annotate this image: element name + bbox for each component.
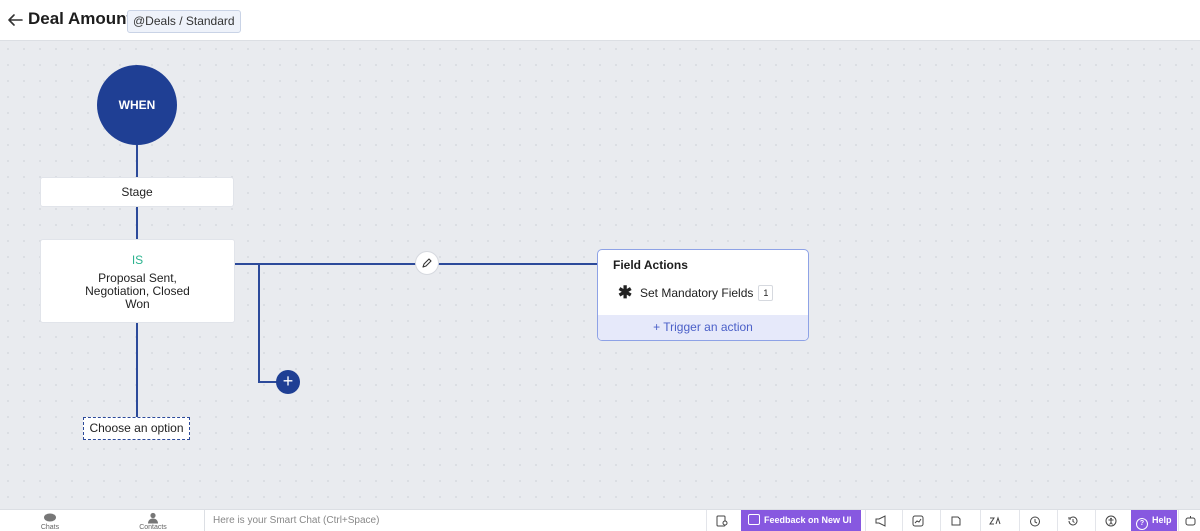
- feedback-icon: [748, 514, 760, 525]
- person-icon: [148, 512, 158, 524]
- feedback-button[interactable]: Feedback on New UI: [741, 510, 861, 531]
- condition-node[interactable]: IS Proposal Sent, Negotiation, Closed Wo…: [40, 239, 235, 323]
- chats-button[interactable]: Chats: [35, 510, 65, 531]
- connector-when-stage: [136, 145, 138, 177]
- chart-icon: [912, 515, 924, 526]
- contacts-label: Contacts: [139, 524, 167, 531]
- set-mandatory-fields-item[interactable]: ✱ Set Mandatory Fields 1: [618, 283, 774, 302]
- condition-values: Proposal Sent, Negotiation, Closed Won: [85, 271, 190, 311]
- choose-option-button[interactable]: Choose an option: [83, 417, 190, 440]
- field-node-stage[interactable]: Stage: [40, 177, 234, 207]
- tray-button-reports[interactable]: [902, 510, 933, 531]
- asterisk-icon: ✱: [618, 283, 633, 302]
- zia-icon: [989, 515, 1001, 524]
- accessibility-icon: [1105, 515, 1117, 526]
- help-label: Help: [1152, 515, 1172, 525]
- edit-action-button[interactable]: [415, 251, 439, 275]
- connector-branch-horizontal: [258, 381, 278, 383]
- tray-button-bot[interactable]: [1178, 510, 1200, 531]
- tray-button-announcements[interactable]: [865, 510, 896, 531]
- connector-stage-condition: [136, 207, 138, 239]
- alarm-clock-icon: [1030, 516, 1040, 526]
- tray-button-reminders[interactable]: [1019, 510, 1050, 531]
- tray-button-history[interactable]: [1057, 510, 1088, 531]
- contacts-button[interactable]: Contacts: [136, 510, 170, 531]
- mandatory-fields-count: 1: [758, 285, 774, 301]
- chat-bubble-icon: [44, 513, 56, 522]
- bottom-bar: Chats Contacts Here is your Smart Chat (…: [0, 509, 1200, 531]
- condition-operator: IS: [131, 253, 144, 267]
- tray-button-notes[interactable]: [940, 510, 971, 531]
- add-condition-button[interactable]: +: [276, 370, 300, 394]
- feedback-label: Feedback on New UI: [764, 515, 852, 525]
- tray-button-accessibility[interactable]: [1095, 510, 1126, 531]
- set-mandatory-fields-label: Set Mandatory Fields: [640, 286, 754, 300]
- bot-icon: [1185, 516, 1195, 526]
- record-icon: [716, 515, 728, 526]
- field-actions-panel: Field Actions ✱ Set Mandatory Fields 1 +…: [597, 249, 809, 341]
- megaphone-icon: [875, 514, 885, 527]
- page-header: Deal Amount @Deals / Standard: [0, 0, 1200, 41]
- help-button[interactable]: ? Help: [1131, 510, 1177, 531]
- connector-condition-choose: [136, 323, 138, 417]
- connector-branch-vertical: [258, 263, 260, 382]
- back-arrow-icon[interactable]: [6, 11, 24, 29]
- chats-label: Chats: [40, 524, 60, 531]
- note-icon: [951, 516, 961, 525]
- trigger-action-button[interactable]: + Trigger an action: [598, 315, 808, 340]
- module-layout-badge: @Deals / Standard: [127, 10, 241, 33]
- tray-button-zia[interactable]: [980, 510, 1011, 531]
- smart-chat-input[interactable]: Here is your Smart Chat (Ctrl+Space): [204, 510, 702, 531]
- field-actions-title: Field Actions: [613, 258, 688, 272]
- history-icon: [1068, 515, 1078, 525]
- pencil-icon: [422, 258, 432, 268]
- when-node[interactable]: WHEN: [97, 65, 177, 145]
- help-circle-icon: ?: [1136, 518, 1148, 530]
- tray-button-1[interactable]: [706, 510, 737, 531]
- page-title: Deal Amount: [28, 9, 133, 28]
